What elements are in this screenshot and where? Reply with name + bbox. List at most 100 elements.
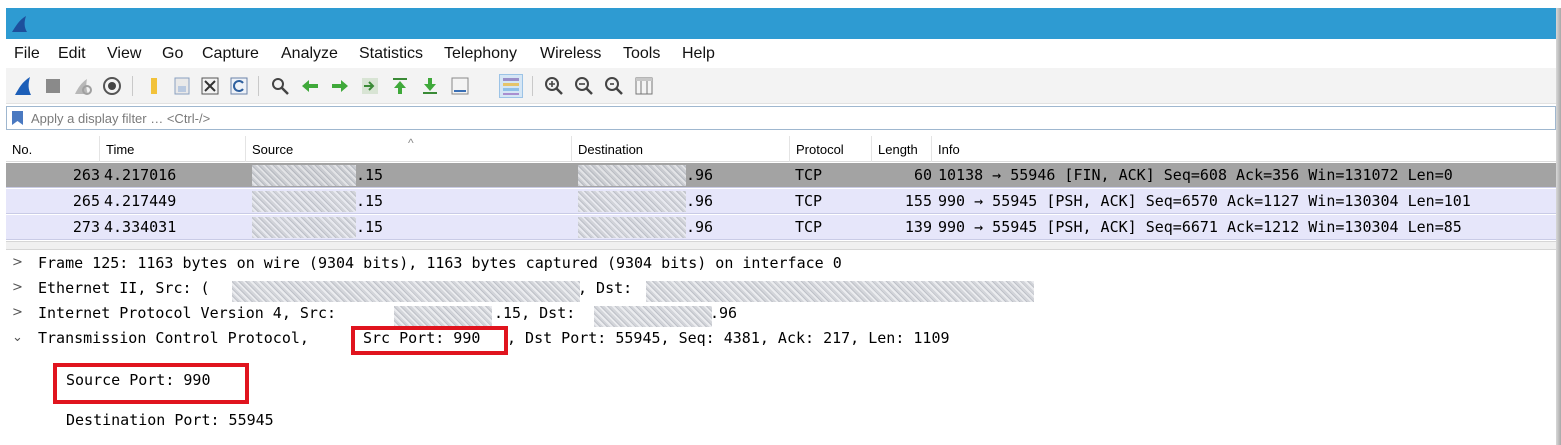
redacted-ip-src — [394, 306, 492, 327]
expand-arrow-icon[interactable]: > — [12, 280, 26, 295]
auto-scroll-icon[interactable] — [448, 74, 472, 98]
packet-list-header: No. Time Source Destination Protocol Len… — [6, 136, 1556, 162]
title-bar — [6, 8, 1556, 39]
colorize-icon[interactable] — [499, 74, 523, 98]
stop-capture-icon[interactable] — [41, 74, 65, 98]
pane-splitter[interactable] — [6, 241, 1556, 250]
packet-info: 10138 → 55946 [FIN, ACK] Seq=608 Ack=356… — [938, 166, 1453, 184]
resize-columns-icon[interactable] — [632, 74, 656, 98]
redacted-destination-ip — [578, 191, 686, 212]
column-no[interactable]: No. — [6, 136, 100, 162]
redacted-source-ip — [252, 165, 356, 186]
go-back-icon[interactable] — [298, 74, 322, 98]
detail-destination-port-row[interactable]: Destination Port: 55945 — [66, 411, 274, 436]
menu-go[interactable]: Go — [162, 45, 183, 63]
column-length[interactable]: Length — [872, 136, 932, 162]
menu-analyze[interactable]: Analyze — [281, 45, 338, 63]
detail-frame-text: Frame 125: 1163 bytes on wire (9304 bits… — [38, 254, 842, 272]
packet-time: 4.217449 — [104, 192, 177, 210]
save-file-icon[interactable] — [170, 74, 194, 98]
zoom-out-icon[interactable] — [572, 74, 596, 98]
detail-ethernet-prefix: Ethernet II, Src: ( — [38, 279, 210, 297]
wireshark-window: File Edit View Go Capture Analyze Statis… — [0, 0, 1561, 445]
toolbar-separator — [532, 76, 533, 96]
expand-arrow-icon[interactable]: > — [12, 255, 26, 270]
menu-edit[interactable]: Edit — [58, 45, 86, 63]
menu-view[interactable]: View — [107, 45, 141, 63]
packet-source: .15 — [356, 192, 384, 210]
packet-protocol: TCP — [795, 192, 823, 210]
redacted-source-ip — [252, 191, 356, 212]
detail-tcp-rest: , Dst Port: 55945, Seq: 4381, Ack: 217, … — [507, 329, 950, 347]
expand-arrow-icon[interactable]: > — [12, 305, 26, 320]
packet-destination: .96 — [686, 166, 714, 184]
redacted-mac-src — [232, 281, 580, 302]
toolbar-separator — [258, 76, 259, 96]
redacted-mac-dst — [646, 281, 1034, 302]
find-packet-icon[interactable] — [268, 74, 292, 98]
restart-capture-icon[interactable] — [70, 74, 94, 98]
window-shadow — [1556, 8, 1561, 445]
packet-row[interactable]: 265 4.217449 .15 .96 TCP 155 990 → 55945… — [6, 189, 1556, 214]
zoom-in-icon[interactable] — [542, 74, 566, 98]
menu-file[interactable]: File — [14, 45, 40, 63]
collapse-arrow-icon[interactable]: ⌄ — [12, 330, 26, 345]
close-file-icon[interactable] — [198, 74, 222, 98]
packet-time: 4.334031 — [104, 218, 177, 236]
redacted-destination-ip — [578, 165, 686, 186]
detail-ethernet-dst-label: , Dst: — [578, 279, 633, 297]
packet-info: 990 → 55945 [PSH, ACK] Seq=6570 Ack=1127… — [938, 192, 1471, 210]
main-toolbar — [6, 68, 1556, 104]
detail-ip-src-suffix: .15, Dst: — [494, 304, 576, 322]
start-capture-icon[interactable] — [11, 74, 35, 98]
packet-no: 263 — [72, 166, 100, 184]
display-filter-input[interactable] — [31, 107, 1531, 129]
packet-no: 265 — [72, 192, 100, 210]
wireshark-fin-icon — [12, 16, 27, 32]
go-to-packet-icon[interactable] — [358, 74, 382, 98]
sort-indicator-icon: ^ — [408, 136, 414, 150]
redacted-source-ip — [252, 217, 356, 238]
menu-help[interactable]: Help — [682, 45, 715, 63]
packet-protocol: TCP — [795, 166, 823, 184]
packet-destination: .96 — [686, 218, 714, 236]
packet-no: 273 — [72, 218, 100, 236]
capture-options-icon[interactable] — [100, 74, 124, 98]
bookmark-icon[interactable] — [12, 111, 23, 125]
packet-source: .15 — [356, 218, 384, 236]
column-destination[interactable]: Destination — [572, 136, 790, 162]
column-info[interactable]: Info — [932, 136, 1556, 162]
column-protocol[interactable]: Protocol — [790, 136, 872, 162]
packet-row[interactable]: 263 4.217016 .15 .96 TCP 60 10138 → 5594… — [6, 163, 1556, 188]
toolbar-separator — [132, 76, 133, 96]
go-first-icon[interactable] — [388, 74, 412, 98]
detail-tcp-prefix: Transmission Control Protocol, — [38, 329, 309, 347]
redacted-ip-dst — [594, 306, 712, 327]
packet-length: 60 — [913, 166, 932, 184]
menu-bar: File Edit View Go Capture Analyze Statis… — [6, 40, 1556, 68]
source-port-highlight-box — [53, 363, 249, 404]
packet-protocol: TCP — [795, 218, 823, 236]
column-time[interactable]: Time — [100, 136, 246, 162]
packet-row[interactable]: 273 4.334031 .15 .96 TCP 139 990 → 55945… — [6, 215, 1556, 240]
display-filter-bar — [6, 106, 1556, 130]
packet-length: 139 — [904, 218, 932, 236]
menu-wireless[interactable]: Wireless — [540, 45, 601, 63]
packet-time: 4.217016 — [104, 166, 177, 184]
zoom-normal-icon[interactable] — [602, 74, 626, 98]
go-forward-icon[interactable] — [328, 74, 352, 98]
menu-telephony[interactable]: Telephony — [444, 45, 517, 63]
menu-tools[interactable]: Tools — [623, 45, 660, 63]
detail-ip-prefix: Internet Protocol Version 4, Src: — [38, 304, 337, 322]
packet-details-pane: > Frame 125: 1163 bytes on wire (9304 bi… — [6, 251, 1556, 441]
open-file-icon[interactable] — [142, 74, 166, 98]
reload-file-icon[interactable] — [227, 74, 251, 98]
menu-capture[interactable]: Capture — [202, 45, 259, 63]
detail-destination-port-text: Destination Port: 55945 — [66, 411, 274, 429]
packet-list: 263 4.217016 .15 .96 TCP 60 10138 → 5594… — [6, 163, 1556, 241]
menu-statistics[interactable]: Statistics — [359, 45, 423, 63]
src-port-highlight-box — [351, 326, 508, 355]
go-last-icon[interactable] — [418, 74, 442, 98]
packet-length: 155 — [904, 192, 932, 210]
packet-source: .15 — [356, 166, 384, 184]
